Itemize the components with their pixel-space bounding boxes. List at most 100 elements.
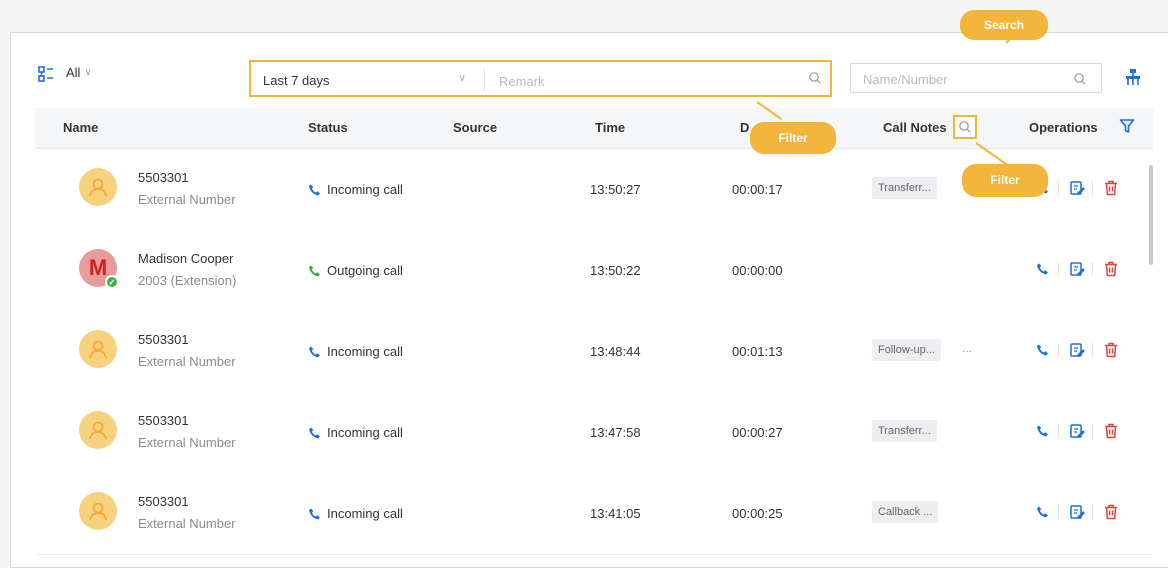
scope-dropdown[interactable]: All ∨ <box>66 65 92 80</box>
column-call-notes: Call Notes <box>883 120 947 135</box>
call-back-icon[interactable] <box>1034 422 1052 440</box>
search-icon[interactable] <box>808 71 822 85</box>
call-status: Incoming call <box>308 344 403 359</box>
call-duration: 00:00:27 <box>732 425 783 440</box>
call-time: 13:47:58 <box>590 425 641 440</box>
contact-type: 2003 (Extension) <box>138 273 237 288</box>
table-row[interactable]: M ✓ Madison Cooper 2003 (Extension) Outg… <box>35 230 1153 312</box>
column-settings-button[interactable] <box>1120 63 1146 91</box>
contact-type: External Number <box>138 192 236 207</box>
call-time: 13:50:22 <box>590 263 641 278</box>
chevron-down-icon: ∨ <box>84 67 92 78</box>
call-back-icon[interactable] <box>1034 341 1052 359</box>
table-row[interactable]: 5503301 External Number Incoming call 13… <box>35 311 1153 393</box>
contact-name: 5503301 <box>138 170 189 185</box>
divider <box>1092 181 1093 195</box>
divider <box>1092 424 1093 438</box>
period-select[interactable]: Last 7 days ∨ <box>257 68 485 92</box>
edit-note-icon[interactable] <box>1068 260 1086 278</box>
call-note-tag[interactable]: Transferr... <box>872 177 937 199</box>
vertical-scrollbar[interactable] <box>1149 165 1153 265</box>
delete-icon[interactable] <box>1102 179 1120 197</box>
call-status: Outgoing call <box>308 263 403 278</box>
column-settings-icon <box>1126 69 1140 85</box>
delete-icon[interactable] <box>1102 260 1120 278</box>
call-back-icon[interactable] <box>1034 260 1052 278</box>
avatar <box>79 492 117 530</box>
chevron-down-icon: ∨ <box>458 73 466 84</box>
divider <box>1058 505 1059 519</box>
avatar <box>79 411 117 449</box>
avatar: M ✓ <box>79 249 119 289</box>
search-callout: Search <box>960 10 1048 40</box>
search-box <box>850 63 1102 93</box>
contact-icon <box>89 178 107 197</box>
divider <box>1092 505 1093 519</box>
delete-icon[interactable] <box>1102 341 1120 359</box>
online-status-icon: ✓ <box>105 275 119 289</box>
column-name: Name <box>63 120 99 135</box>
view-toggle-icon[interactable] <box>38 66 54 82</box>
call-duration: 00:00:25 <box>732 506 783 521</box>
incoming-call-icon <box>309 508 320 519</box>
call-time: 13:41:05 <box>590 506 641 521</box>
divider <box>1092 343 1093 357</box>
avatar-initial: M <box>88 255 108 280</box>
edit-note-icon[interactable] <box>1068 422 1086 440</box>
call-status-label: Incoming call <box>327 425 403 440</box>
outgoing-call-icon <box>309 265 320 276</box>
edit-note-icon[interactable] <box>1068 179 1086 197</box>
call-note-tag[interactable]: Callback ... <box>872 501 939 523</box>
call-notes-search-icon[interactable] <box>953 115 977 139</box>
filter-icon[interactable] <box>1119 118 1135 134</box>
incoming-call-icon <box>309 346 320 357</box>
call-status: Incoming call <box>308 506 403 521</box>
delete-icon[interactable] <box>1102 422 1120 440</box>
search-icon[interactable] <box>1073 72 1087 86</box>
call-time: 13:50:27 <box>590 182 641 197</box>
more-notes[interactable]: ... <box>962 341 972 355</box>
call-duration: 00:01:13 <box>732 344 783 359</box>
call-status: Incoming call <box>308 425 403 440</box>
edit-note-icon[interactable] <box>1068 341 1086 359</box>
column-operations: Operations <box>1029 120 1098 135</box>
contact-icon <box>89 421 107 440</box>
period-value: Last 7 days <box>263 72 330 88</box>
divider <box>1058 181 1059 195</box>
contact-name: Madison Cooper <box>138 251 234 266</box>
avatar <box>79 330 117 368</box>
divider <box>1092 262 1093 276</box>
edit-note-icon[interactable] <box>1068 503 1086 521</box>
divider <box>1058 262 1059 276</box>
column-duration: D <box>740 120 750 135</box>
scope-label: All <box>66 65 81 80</box>
table-row[interactable]: 5503301 External Number Incoming call 13… <box>35 473 1153 555</box>
contact-name: 5503301 <box>138 494 189 509</box>
call-status-label: Incoming call <box>327 182 403 197</box>
call-status-label: Outgoing call <box>327 263 403 278</box>
delete-icon[interactable] <box>1102 503 1120 521</box>
call-back-icon[interactable] <box>1034 503 1052 521</box>
filter-callout: Filter <box>750 122 836 154</box>
divider <box>1058 343 1059 357</box>
contact-type: External Number <box>138 435 236 450</box>
search-input[interactable] <box>861 68 1065 90</box>
call-status-label: Incoming call <box>327 506 403 521</box>
incoming-call-icon <box>309 184 320 195</box>
avatar <box>79 168 117 206</box>
call-duration: 00:00:17 <box>732 182 783 197</box>
column-source: Source <box>453 120 498 135</box>
call-note-tag[interactable]: Follow-up... <box>872 339 941 361</box>
filter-bar: Last 7 days ∨ <box>249 60 832 97</box>
remark-input[interactable] <box>497 68 801 94</box>
call-time: 13:48:44 <box>590 344 641 359</box>
table-header: Name Status Source Time D Call Notes Ope… <box>35 108 1153 149</box>
call-note-tag[interactable]: Transferr... <box>872 420 937 442</box>
divider <box>1058 424 1059 438</box>
column-status: Status <box>308 120 348 135</box>
table-row[interactable]: 5503301 External Number Incoming call 13… <box>35 392 1153 474</box>
notes-filter-callout: Filter <box>962 164 1048 197</box>
call-status-label: Incoming call <box>327 344 403 359</box>
contact-name: 5503301 <box>138 332 189 347</box>
contact-icon <box>89 502 107 521</box>
